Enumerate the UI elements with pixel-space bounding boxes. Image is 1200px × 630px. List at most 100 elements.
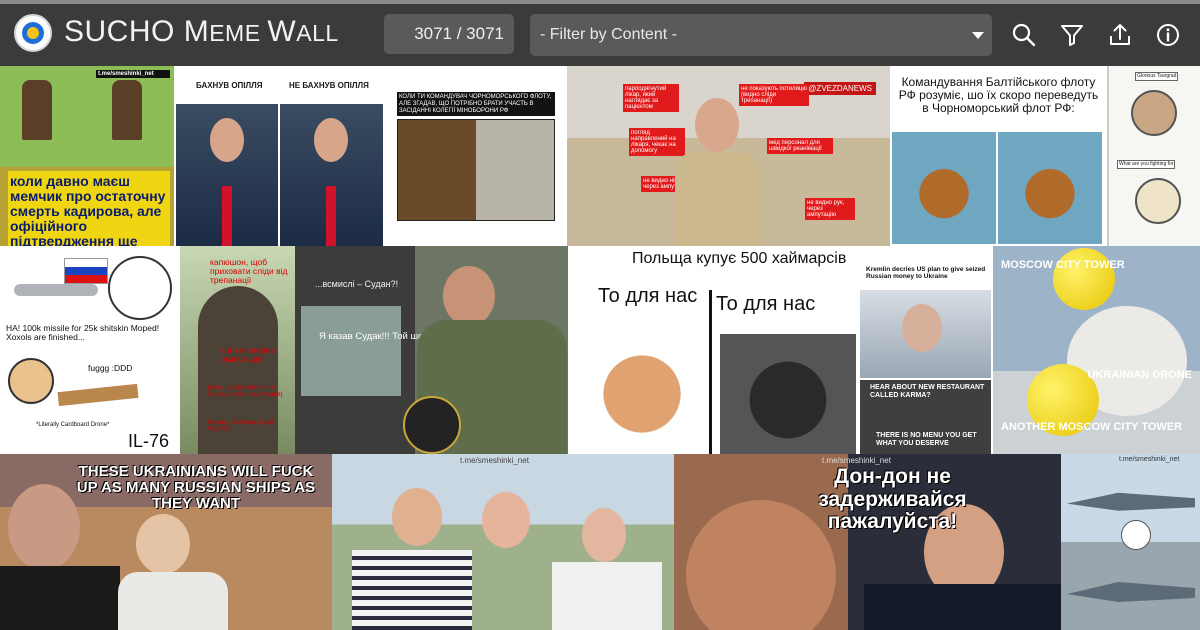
meme-tile-monkey-puppet[interactable]: Командування Балтійського флоту РФ розум… [890,66,1107,246]
filter-icon[interactable] [1059,22,1085,48]
watermark: t.me/smeshinki_net [96,70,170,79]
meme-image [397,119,555,221]
missile-image [14,284,98,296]
meme-tile-wojak[interactable]: HA! 100k missile for 25k shitskin Moped!… [0,246,180,454]
watermark: t.me/smeshinki_net [460,456,529,465]
annotation-label: не показують потилицю (видно сліди трепа… [739,84,809,106]
tie-image [222,186,232,246]
comic-figure [1131,90,1177,136]
share-icon[interactable] [1107,22,1133,48]
shirt-image [552,562,662,630]
meme-caption: коли давно маєш мемчик про остаточну сме… [8,171,170,246]
comic-figure [1135,178,1181,224]
lemon-image [1053,248,1115,310]
search-icon[interactable] [1011,22,1037,48]
suit-image [0,566,120,630]
meme-tile-karma[interactable]: Kremlin decries US plan to give seized R… [858,246,993,454]
right-label: НЕ БАХНУВ ОПІЛЛЯ [289,81,369,90]
spacesuit-image [118,572,228,630]
emblem-image [403,396,461,454]
meme-caption: THERE IS NO MENU YOU GET WHAT YOU DESERV… [876,432,977,447]
wojak-face [8,358,54,404]
meme-counter: 3071 / 3071 [384,14,514,54]
watermark: t.me/smeshinki_net [822,456,891,465]
meme-tile-kadyrov[interactable]: t.me/smeshinki_net коли давно маєш мемчи… [0,66,174,246]
comic-figure [1121,520,1151,550]
info-icon[interactable] [1155,22,1181,48]
figure-image [112,80,142,140]
uniform-image [675,152,759,246]
meme-tile-coffin[interactable]: КОЛИ ТИ КОМАНДУВАЧ ЧОРНОМОРСЬКОГО ФЛОТУ,… [385,66,567,246]
annotation: капюшон, щоб приховати сліди від трепана… [210,257,288,286]
face-image [136,514,190,574]
meme-tile-jets[interactable]: t.me/smeshinki_net [1061,454,1200,630]
meme-caption: *Literally Cardboard Drone* [36,422,110,428]
meme-caption: ...всмислі – Судан?! [315,279,399,289]
face-image [392,488,442,546]
meme-caption: HA! 100k missile for 25k shitskin Moped!… [6,323,160,343]
annotation-label: не видно рук, через ампутацію [805,198,855,220]
shirt-image [352,550,472,630]
watermark: t.me/smeshinki_net [1119,456,1180,463]
meme-caption: Командування Балтійського флоту РФ розум… [898,75,1099,115]
annotation-label: мед персонал для швидкої реанімації [767,138,833,154]
filter-by-content-select[interactable]: - Filter by Content - [530,14,992,56]
comic-caption: What are you fighting for [1117,160,1176,170]
meme-tile-cat-lemons[interactable]: MOSCOW CITY TOWER UKRAINIAN DRONE ANOTHE… [993,246,1200,454]
top-bar: SUCHO MEME WALL 3071 / 3071 - Filter by … [0,0,1200,66]
meme-caption: THESE UKRAINIANS WILL FUCK UP AS MANY RU… [76,463,316,513]
face-image [902,304,942,352]
meme-tile-sokolov[interactable]: @ZVEZDANEWS пароодягнутий лікар, який на… [567,66,890,246]
figure-image [22,80,52,140]
meme-caption: ANOTHER MOSCOW CITY TOWER [1001,421,1183,433]
meme-caption: HEAR ABOUT NEW RESTAURANT CALLED KARMA? [870,384,985,399]
sucho-logo[interactable] [14,14,52,52]
app-title: SUCHO MEME WALL [64,15,339,48]
left-label: БАХНУВ ОПІЛЛЯ [196,81,263,90]
annotation-label: погляд направлений на лікаря, чекає на д… [629,128,685,156]
annotation: ноги не видно (ампутація) [220,345,276,365]
filter-placeholder: - Filter by Content - [540,26,677,43]
annotation: борода, приховує сліди інсульту [208,420,274,433]
meme-caption: КОЛИ ТИ КОМАНДУВАЧ ЧОРНОМОРСЬКОГО ФЛОТУ,… [397,92,555,116]
meme-tile-phone-call[interactable]: ...всмислі – Судан?! Я казав Судак!!! То… [295,246,568,454]
meme-caption: UKRAINIAN DRONE [1087,369,1193,381]
meme-tile-incredible[interactable]: Польща купує 500 хаймарсів То для нас То… [568,246,858,454]
face-image [582,508,626,562]
face-image [695,98,739,152]
face-image [582,334,702,454]
monkey-image [892,132,996,244]
face-image [443,266,495,326]
meme-tile-comic[interactable]: Glorious Tsargrad What are you fighting … [1107,66,1200,246]
annotation: рука, що приховати не спромоглися (ампут… [208,384,283,399]
meme-tile-budanov[interactable]: БАХНУВ ОПІЛЛЯ НЕ БАХНУВ ОПІЛЛЯ [174,66,385,246]
annotation-label: пароодягнутий лікар, який наглядає за па… [623,84,679,112]
meme-caption: То для нас [716,293,816,315]
jet-image [1067,582,1195,602]
suit-image [864,584,1061,630]
russian-flag-image [64,258,108,284]
face-image [482,492,530,548]
meme-caption: IL-76 [128,431,170,451]
meme-caption: То для нас [598,285,698,307]
meme-caption: fuggg :DDD [88,363,133,373]
chevron-down-icon [972,32,984,39]
tv-screen [301,306,401,396]
comic-caption: Glorious Tsargrad [1135,72,1179,82]
divider [709,290,712,454]
news-headline: Kremlin decries US plan to give seized R… [866,266,986,281]
tie-image [326,186,336,246]
face-image [314,118,348,162]
meme-tile-buzz[interactable]: THESE UKRAINIANS WILL FUCK UP AS MANY RU… [0,454,332,630]
meme-caption: MOSCOW CITY TOWER [1001,259,1125,271]
meme-tile-toast[interactable]: t.me/smeshinki_net [332,454,674,630]
monkey-image [998,132,1102,244]
wojak-face [108,256,172,320]
face-image [210,118,244,162]
face-image [720,334,856,454]
meme-tile-hooded[interactable]: капюшон, щоб приховати сліди від трепана… [180,246,295,454]
channel-tag: @ZVEZDANEWS [804,82,876,95]
meme-caption: Дон-дон не задерживайся пажалуйста! [818,465,967,534]
meme-tile-kadyrov-kobzon[interactable]: t.me/smeshinki_net Дон-дон не задерживай… [674,454,1061,630]
jet-image [1067,492,1195,511]
